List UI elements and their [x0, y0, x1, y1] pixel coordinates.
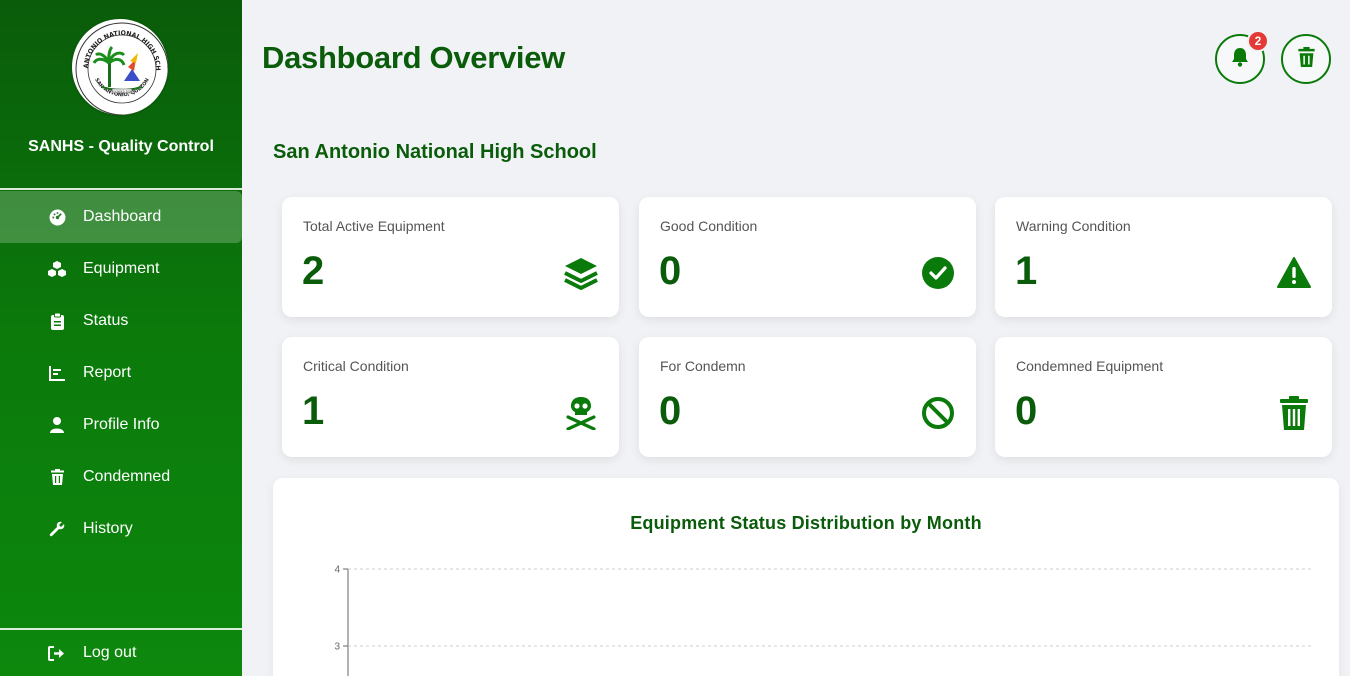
- sidebar-item-label: Profile Info: [83, 416, 160, 433]
- chart-bar-icon: [48, 364, 66, 382]
- stat-card-total-active[interactable]: Total Active Equipment 2: [282, 197, 619, 317]
- sidebar-item-status[interactable]: Status: [0, 295, 242, 347]
- logout-button[interactable]: Log out: [0, 630, 242, 676]
- gauge-icon: [48, 208, 66, 226]
- sidebar-divider: [0, 188, 242, 190]
- sidebar-item-label: Report: [83, 364, 132, 381]
- trash-button[interactable]: [1281, 34, 1331, 84]
- stat-card-good[interactable]: Good Condition 0: [639, 197, 976, 317]
- sidebar-item-label: Status: [83, 312, 129, 329]
- y-tick-label: 3: [334, 642, 340, 653]
- trash-icon: [48, 468, 66, 486]
- stat-card-warning[interactable]: Warning Condition 1: [995, 197, 1332, 317]
- trash-icon: [1297, 46, 1315, 72]
- sidebar-item-condemned[interactable]: Condemned: [0, 451, 242, 503]
- page-title: Dashboard Overview: [262, 40, 565, 75]
- svg-text:FOUNDED 2008: FOUNDED 2008: [112, 89, 133, 93]
- layers-icon: [563, 255, 599, 291]
- card-value: 0: [659, 249, 682, 293]
- school-name: San Antonio National High School: [273, 141, 597, 163]
- chart-card: Equipment Status Distribution by Month 4…: [273, 478, 1339, 676]
- check-circle-icon: [920, 255, 956, 291]
- warning-icon: [1276, 255, 1312, 291]
- sidebar: SAN ANTONIO NATIONAL HIGH SCHOOL SAN ANT…: [0, 0, 242, 676]
- logout-label: Log out: [83, 644, 137, 661]
- school-logo: SAN ANTONIO NATIONAL HIGH SCHOOL SAN ANT…: [70, 17, 170, 117]
- card-value: 2: [302, 249, 325, 293]
- card-value: 1: [1015, 249, 1038, 293]
- chart-svg: 43: [334, 565, 1311, 676]
- card-value: 1: [302, 389, 325, 433]
- card-value: 0: [659, 389, 682, 433]
- stat-card-for-condemn[interactable]: For Condemn 0: [639, 337, 976, 457]
- user-icon: [48, 416, 66, 434]
- card-label: Warning Condition: [1016, 218, 1131, 234]
- sidebar-item-label: Condemned: [83, 468, 171, 485]
- notification-badge: 2: [1247, 30, 1269, 52]
- card-label: For Condemn: [660, 358, 746, 374]
- card-value: 0: [1015, 389, 1038, 433]
- notification-button[interactable]: 2: [1215, 30, 1269, 84]
- sidebar-nav: Dashboard Equipment Status Report Profil…: [0, 191, 242, 555]
- trash-icon: [1276, 395, 1312, 431]
- sidebar-item-profile-info[interactable]: Profile Info: [0, 399, 242, 451]
- sidebar-item-history[interactable]: History: [0, 503, 242, 555]
- ban-icon: [920, 395, 956, 431]
- sidebar-item-report[interactable]: Report: [0, 347, 242, 399]
- y-tick-label: 4: [334, 565, 340, 576]
- card-label: Total Active Equipment: [303, 218, 445, 234]
- cubes-icon: [48, 260, 66, 278]
- sidebar-item-dashboard[interactable]: Dashboard: [0, 191, 242, 243]
- sidebar-item-label: Dashboard: [83, 208, 162, 225]
- sidebar-item-equipment[interactable]: Equipment: [0, 243, 242, 295]
- clipboard-icon: [48, 312, 66, 330]
- sidebar-item-label: Equipment: [83, 260, 160, 277]
- card-label: Good Condition: [660, 218, 758, 234]
- stat-card-critical[interactable]: Critical Condition 1: [282, 337, 619, 457]
- brand-title: SANHS - Quality Control: [28, 138, 214, 155]
- card-label: Critical Condition: [303, 358, 409, 374]
- sidebar-item-label: History: [83, 520, 133, 537]
- stat-card-condemned[interactable]: Condemned Equipment 0: [995, 337, 1332, 457]
- sign-out-icon: [48, 644, 66, 662]
- card-label: Condemned Equipment: [1016, 358, 1164, 374]
- skull-crossbones-icon: [563, 395, 599, 431]
- bell-icon: [1230, 47, 1250, 72]
- wrench-icon: [48, 520, 66, 538]
